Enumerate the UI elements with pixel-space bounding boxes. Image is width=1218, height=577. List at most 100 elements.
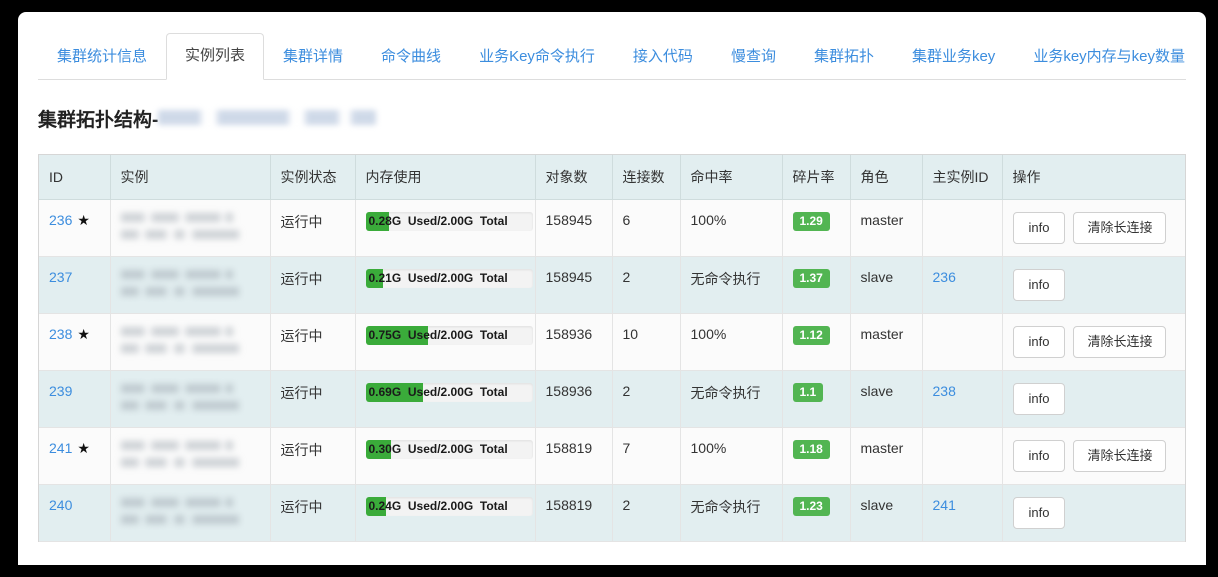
redacted-cluster-name bbox=[158, 110, 377, 125]
cell-memory-usage: 0.69G Used/2.00G Total bbox=[355, 370, 536, 428]
fragmentation-badge: 1.12 bbox=[792, 326, 830, 345]
tab-1[interactable]: 实例列表 bbox=[166, 33, 265, 80]
info-button[interactable]: info bbox=[1012, 212, 1066, 244]
redacted-instance-address bbox=[120, 496, 249, 526]
info-button[interactable]: info bbox=[1012, 269, 1066, 301]
tab-0[interactable]: 集群统计信息 bbox=[38, 34, 166, 80]
cell-connection-count: 7 bbox=[612, 427, 681, 485]
cell-instance bbox=[110, 370, 271, 428]
column-header-0: ID bbox=[39, 155, 111, 200]
cell-actions: info bbox=[1002, 256, 1185, 314]
tab-4[interactable]: 业务Key命令执行 bbox=[460, 34, 614, 80]
instance-table-container: ID 实例 实例状态 内存使用 对象数 连接数 命中率 碎片率 角色 主实例ID 操作 236 ★ 运行… bbox=[38, 154, 1186, 542]
page-title-text: 集群拓扑结构- bbox=[38, 110, 159, 131]
master-instance-id-link[interactable]: 238 bbox=[933, 383, 956, 399]
master-instance-id-link[interactable]: 236 bbox=[933, 269, 956, 285]
tab-7[interactable]: 集群拓扑 bbox=[795, 34, 893, 80]
cell-connection-count: 6 bbox=[612, 199, 681, 257]
cell-id: 241 ★ bbox=[39, 427, 111, 485]
clear-connections-button[interactable]: 清除长连接 bbox=[1073, 212, 1167, 244]
info-button[interactable]: info bbox=[1012, 497, 1066, 529]
cell-fragmentation-rate: 1.12 bbox=[782, 313, 851, 371]
cell-hit-rate: 100% bbox=[680, 313, 783, 371]
column-header-1: 实例 bbox=[110, 155, 271, 200]
app-window: 集群统计信息 实例列表 集群详情 命令曲线 业务Key命令执行 接入代码 慢查询 集群拓扑 集群… bbox=[18, 12, 1206, 565]
instance-id-link[interactable]: 238 bbox=[49, 326, 72, 342]
star-icon: ★ bbox=[77, 440, 90, 456]
info-button[interactable]: info bbox=[1012, 326, 1066, 358]
tab-6[interactable]: 慢查询 bbox=[712, 34, 795, 80]
column-header-6: 命中率 bbox=[680, 155, 783, 200]
memory-progress-bar: 0.69G Used/2.00G Total bbox=[365, 383, 533, 402]
cell-instance bbox=[110, 256, 271, 314]
cell-instance-state: 运行中 bbox=[270, 370, 356, 428]
clear-connections-button[interactable]: 清除长连接 bbox=[1073, 326, 1167, 358]
instance-table-head: ID 实例 实例状态 内存使用 对象数 连接数 命中率 碎片率 角色 主实例ID 操作 bbox=[39, 155, 1185, 200]
cell-hit-rate: 无命令执行 bbox=[680, 484, 783, 542]
instance-id-link[interactable]: 241 bbox=[49, 440, 72, 456]
cell-master-instance-id bbox=[922, 313, 1003, 371]
cell-instance-state: 运行中 bbox=[270, 484, 356, 542]
clear-connections-button[interactable]: 清除长连接 bbox=[1073, 440, 1167, 472]
memory-progress-bar: 0.30G Used/2.00G Total bbox=[365, 440, 533, 459]
column-header-10: 操作 bbox=[1002, 155, 1185, 200]
column-header-5: 连接数 bbox=[612, 155, 681, 200]
instance-id-link[interactable]: 237 bbox=[49, 269, 72, 285]
info-button[interactable]: info bbox=[1012, 440, 1066, 472]
fragmentation-badge: 1.23 bbox=[792, 497, 830, 516]
cell-instance bbox=[110, 313, 271, 371]
cell-memory-usage: 0.21G Used/2.00G Total bbox=[355, 256, 536, 314]
table-row: 236 ★ 运行中 0.28G Used/2.00G Total 158945 6 100%… bbox=[39, 199, 1185, 257]
tab-8[interactable]: 集群业务key bbox=[893, 34, 1014, 80]
redacted-instance-address bbox=[120, 439, 249, 469]
cell-actions: info 清除长连接 bbox=[1002, 427, 1185, 485]
cell-id: 240 bbox=[39, 484, 111, 542]
fragmentation-badge: 1.1 bbox=[792, 383, 824, 402]
cell-memory-usage: 0.75G Used/2.00G Total bbox=[355, 313, 536, 371]
column-header-9: 主实例ID bbox=[922, 155, 1003, 200]
cell-hit-rate: 100% bbox=[680, 199, 783, 257]
fragmentation-badge: 1.29 bbox=[792, 212, 830, 231]
tab-9[interactable]: 业务key内存与key数量 bbox=[1014, 34, 1204, 80]
instance-table: ID 实例 实例状态 内存使用 对象数 连接数 命中率 碎片率 角色 主实例ID 操作 236 ★ 运行… bbox=[39, 155, 1185, 542]
star-icon: ★ bbox=[77, 212, 90, 228]
redacted-instance-address bbox=[120, 268, 249, 298]
cell-master-instance-id: 236 bbox=[922, 256, 1003, 314]
info-button[interactable]: info bbox=[1012, 383, 1066, 415]
master-instance-id-link[interactable]: 241 bbox=[933, 497, 956, 513]
cell-role: slave bbox=[850, 256, 923, 314]
instance-id-link[interactable]: 236 bbox=[49, 212, 72, 228]
cell-master-instance-id: 238 bbox=[922, 370, 1003, 428]
cell-role: slave bbox=[850, 370, 923, 428]
instance-id-link[interactable]: 239 bbox=[49, 383, 72, 399]
cell-connection-count: 2 bbox=[612, 370, 681, 428]
cell-instance bbox=[110, 199, 271, 257]
memory-usage-label: 0.28G Used/2.00G Total bbox=[368, 214, 508, 228]
cell-memory-usage: 0.28G Used/2.00G Total bbox=[355, 199, 536, 257]
column-header-3: 内存使用 bbox=[355, 155, 536, 200]
cell-actions: info 清除长连接 bbox=[1002, 313, 1185, 371]
cell-object-count: 158936 bbox=[535, 370, 613, 428]
column-header-8: 角色 bbox=[850, 155, 923, 200]
tab-2[interactable]: 集群详情 bbox=[264, 34, 362, 80]
fragmentation-badge: 1.37 bbox=[792, 269, 830, 288]
instance-id-link[interactable]: 240 bbox=[49, 497, 72, 513]
redacted-instance-address bbox=[120, 382, 249, 412]
cell-memory-usage: 0.30G Used/2.00G Total bbox=[355, 427, 536, 485]
column-header-4: 对象数 bbox=[535, 155, 613, 200]
tab-bar: 集群统计信息 实例列表 集群详情 命令曲线 业务Key命令执行 接入代码 慢查询 集群拓扑 集群… bbox=[38, 33, 1186, 80]
tab-3[interactable]: 命令曲线 bbox=[362, 34, 460, 80]
memory-progress-bar: 0.21G Used/2.00G Total bbox=[365, 269, 533, 288]
cell-instance-state: 运行中 bbox=[270, 256, 356, 314]
tab-5[interactable]: 接入代码 bbox=[614, 34, 712, 80]
cell-object-count: 158945 bbox=[535, 256, 613, 314]
cell-fragmentation-rate: 1.1 bbox=[782, 370, 851, 428]
memory-usage-label: 0.75G Used/2.00G Total bbox=[368, 328, 508, 342]
cell-id: 237 bbox=[39, 256, 111, 314]
cell-instance bbox=[110, 427, 271, 485]
cell-fragmentation-rate: 1.29 bbox=[782, 199, 851, 257]
memory-usage-label: 0.30G Used/2.00G Total bbox=[368, 442, 508, 456]
cell-master-instance-id bbox=[922, 199, 1003, 257]
cell-instance-state: 运行中 bbox=[270, 427, 356, 485]
cell-hit-rate: 无命令执行 bbox=[680, 256, 783, 314]
